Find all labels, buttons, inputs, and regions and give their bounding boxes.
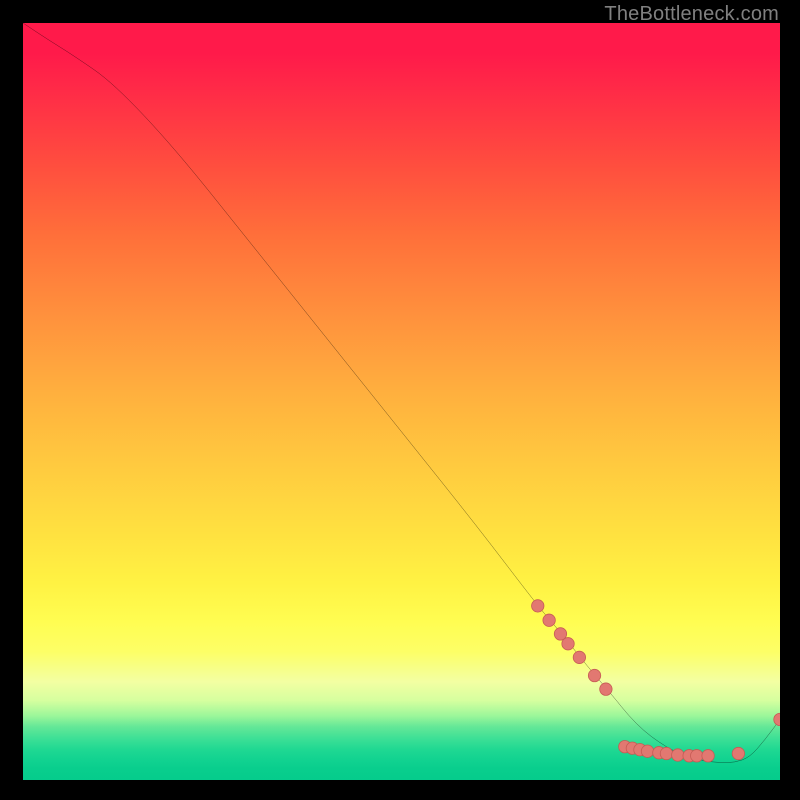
curve-marker: [691, 750, 703, 762]
curve-marker: [702, 750, 714, 762]
curve-marker: [588, 669, 600, 681]
curve-marker: [641, 745, 653, 757]
curve-marker: [573, 651, 585, 663]
curve-markers-svg: [23, 23, 780, 780]
curve-marker: [532, 600, 544, 612]
curve-marker: [600, 683, 612, 695]
curve-marker: [543, 614, 555, 626]
brand-watermark: TheBottleneck.com: [604, 3, 779, 26]
curve-markers-group: [532, 600, 780, 762]
curve-marker: [774, 713, 780, 725]
plot-area: [23, 23, 780, 780]
curve-marker: [660, 747, 672, 759]
curve-marker: [732, 747, 744, 759]
chart-stage: TheBottleneck.com: [0, 0, 800, 800]
curve-marker: [672, 749, 684, 761]
curve-marker: [562, 638, 574, 650]
